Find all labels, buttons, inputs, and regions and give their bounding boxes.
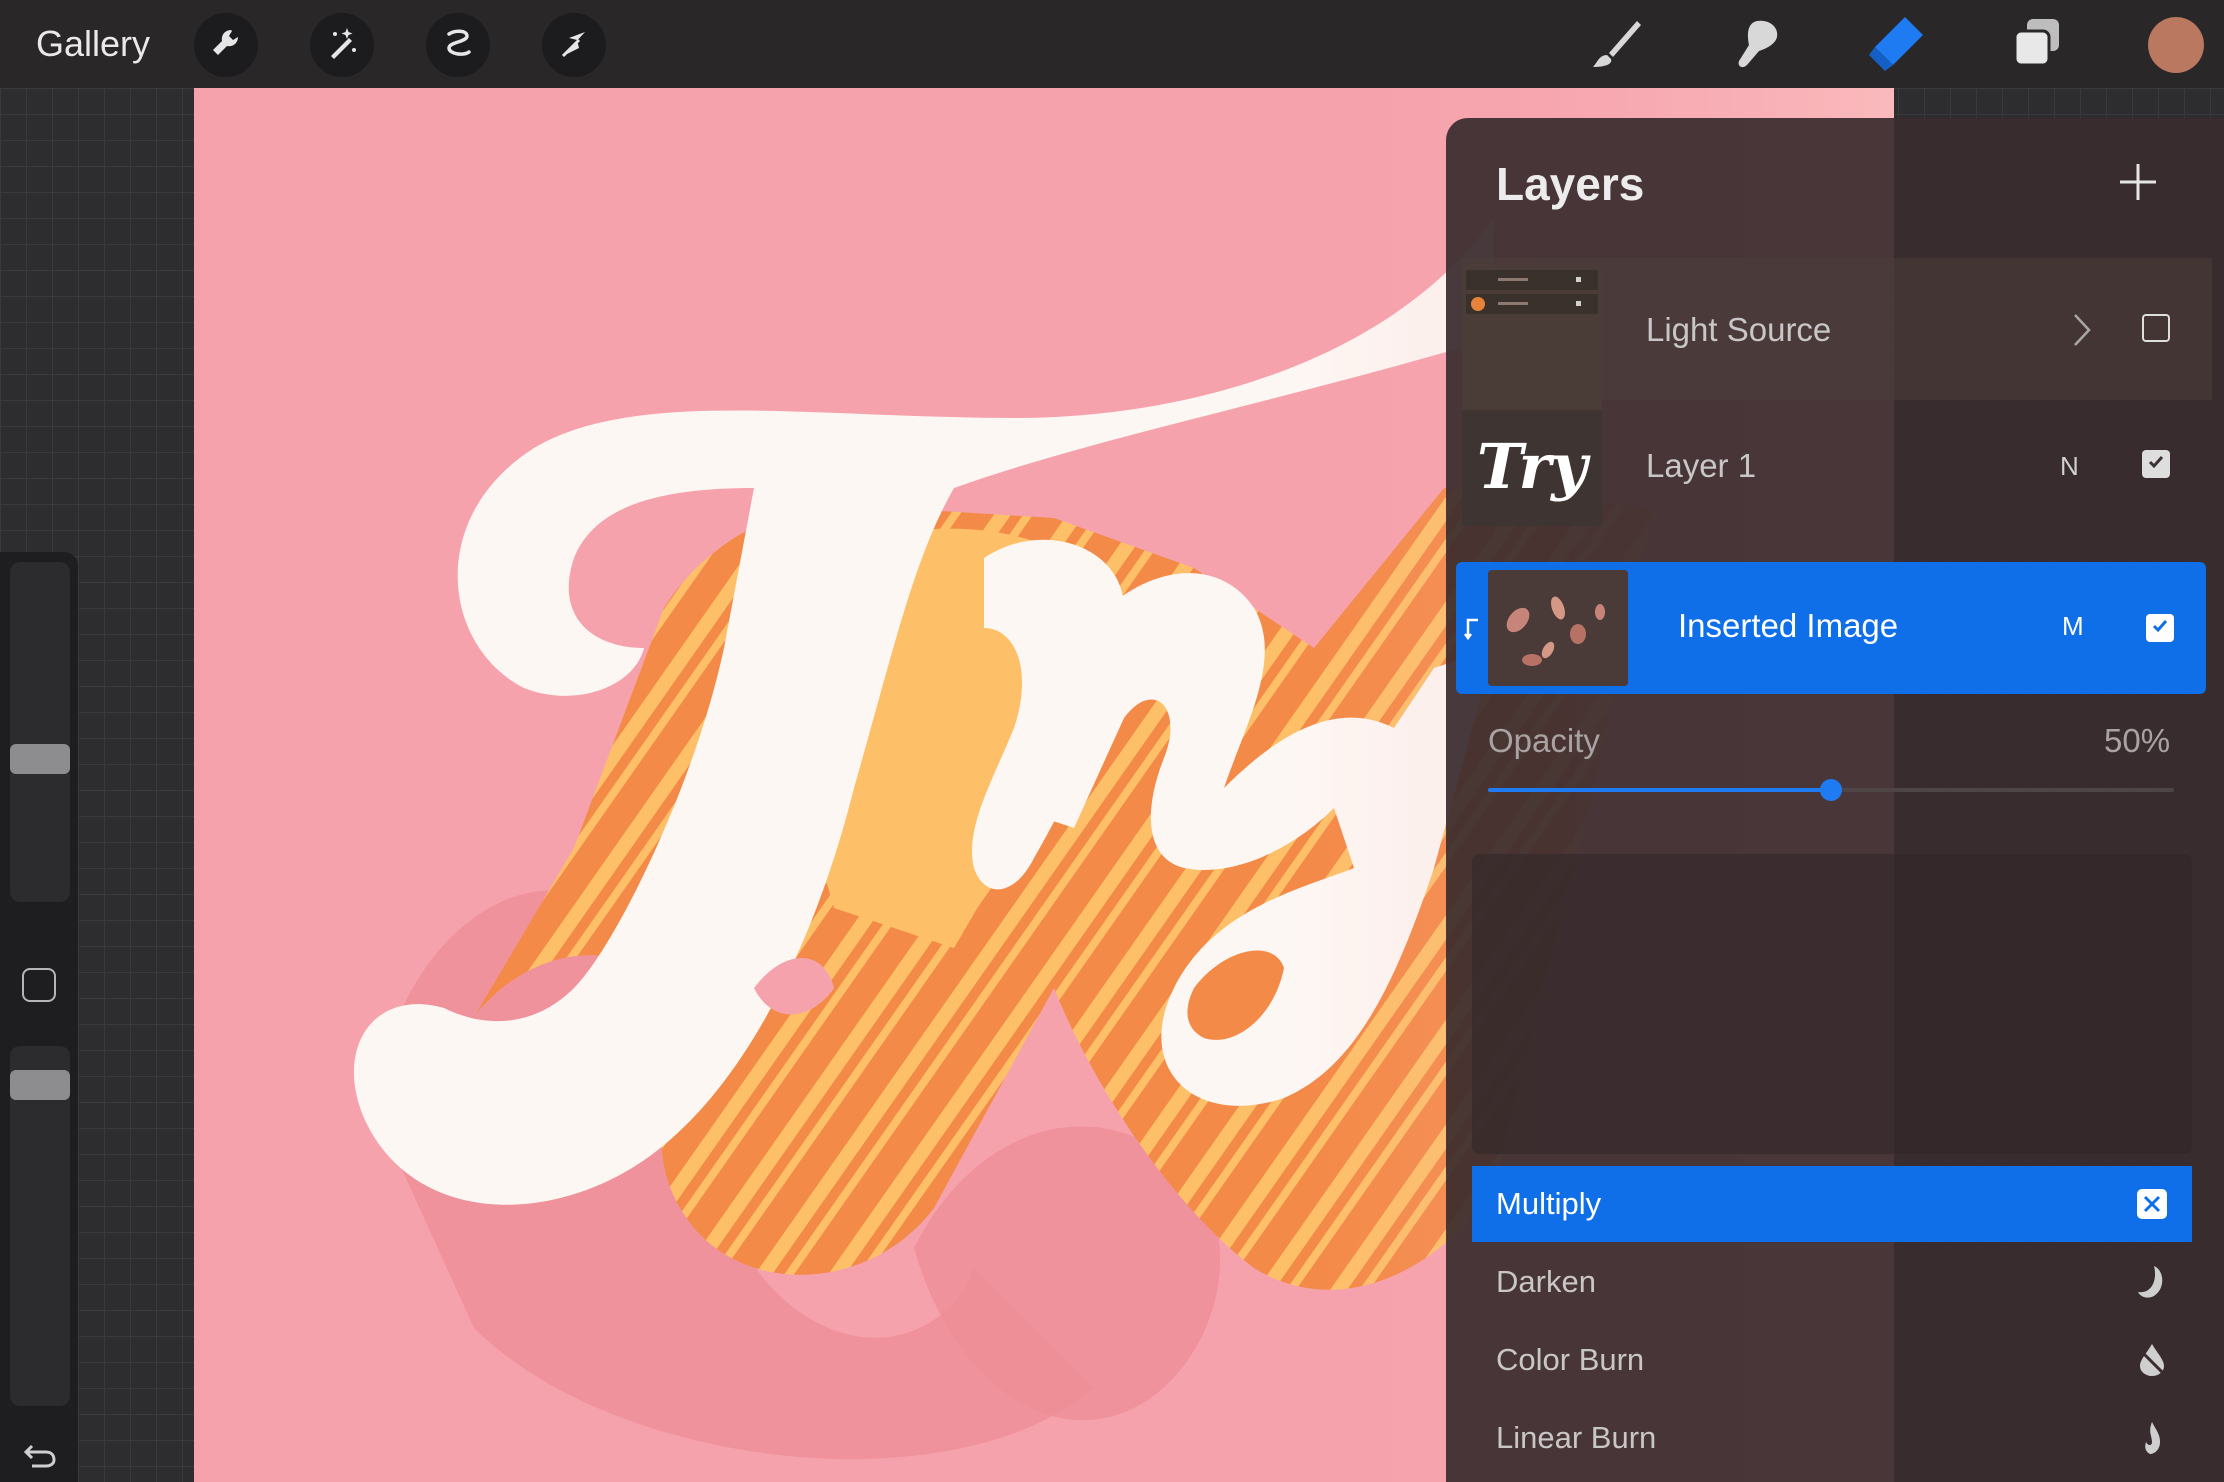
brush-opacity-thumb[interactable] [10,1070,70,1100]
flame-icon [2136,1420,2172,1456]
layer-name: Inserted Image [1678,607,1899,644]
side-toolbar [0,552,78,1482]
blend-mode-label: Darken [1496,1264,1596,1299]
wrench-icon [209,26,243,65]
selection-button[interactable] [426,13,490,77]
layers-button[interactable] [2004,12,2070,78]
add-layer-button[interactable] [2118,162,2158,207]
blend-mode-label: Linear Burn [1496,1420,1657,1455]
magic-wand-icon [325,26,359,65]
check-icon [2146,452,2166,477]
opacity-slider-knob[interactable] [1820,779,1842,801]
transform-arrow-icon [557,26,591,65]
clipping-mask-icon [1464,616,1482,647]
svg-text:Try: Try [1477,430,1591,503]
layer-thumbnail [1462,266,1602,414]
blend-mode-label: Multiply [1496,1186,1602,1221]
layer-thumbnail [1488,570,1628,686]
blend-mode-color-burn[interactable]: Color Burn [1472,1322,2192,1398]
chevron-right-icon[interactable] [2072,312,2092,353]
eraser-button[interactable] [1864,12,1930,78]
plus-icon [2118,164,2158,206]
blend-mode-indicator[interactable]: N [2060,450,2079,482]
blend-mode-preview-area [1472,854,2192,1154]
eraser-icon [1867,13,1927,78]
check-icon [2150,616,2170,641]
layer-name: Light Source [1646,311,1832,348]
opacity-value: 50% [2104,722,2171,759]
smudge-button[interactable] [1722,12,1788,78]
brush-size-thumb[interactable] [10,744,70,774]
brush-opacity-slider[interactable] [10,1046,70,1406]
multiply-icon [2136,1188,2172,1224]
layer-row-light-source[interactable]: Light Source [1462,258,2212,414]
panel-title: Layers [1496,158,1645,210]
opacity-label: Opacity [1488,722,1600,759]
transform-button[interactable] [542,13,606,77]
opacity-slider-fill [1488,788,1831,792]
visibility-checkbox[interactable] [2146,614,2174,642]
actions-button[interactable] [194,13,258,77]
opacity-slider[interactable] [1488,779,2174,801]
visibility-checkbox[interactable] [2142,314,2170,342]
blend-mode-darken[interactable]: Darken [1472,1244,2192,1320]
layer-thumbnail: Try [1462,410,1602,526]
brush-button[interactable] [1584,12,1650,78]
top-toolbar: Gallery [0,0,2224,88]
color-swatch-button[interactable] [2148,17,2204,73]
brush-size-slider[interactable] [10,562,70,902]
gallery-button[interactable]: Gallery [36,20,150,68]
blend-mode-multiply[interactable]: Multiply [1472,1166,2192,1242]
blend-mode-linear-burn[interactable]: Linear Burn [1472,1400,2192,1476]
layer-row-inserted-image[interactable]: Inserted Image M [1456,562,2206,694]
smudge-icon [1727,15,1783,76]
undo-button[interactable] [22,1440,58,1475]
blend-mode-label: Color Burn [1496,1342,1645,1377]
layer-name: Layer 1 [1646,447,1757,484]
modify-button[interactable] [22,968,56,1002]
moon-icon [2136,1264,2172,1300]
layer-row-layer-1[interactable]: Try Layer 1 N [1462,410,2212,526]
selection-icon [441,26,475,65]
adjustments-button[interactable] [310,13,374,77]
blend-mode-indicator[interactable]: M [2062,610,2084,642]
visibility-checkbox[interactable] [2142,450,2170,478]
burn-drop-icon [2136,1342,2172,1378]
layers-icon [2009,15,2065,76]
undo-icon [22,1444,58,1474]
brush-icon [1589,15,1645,76]
